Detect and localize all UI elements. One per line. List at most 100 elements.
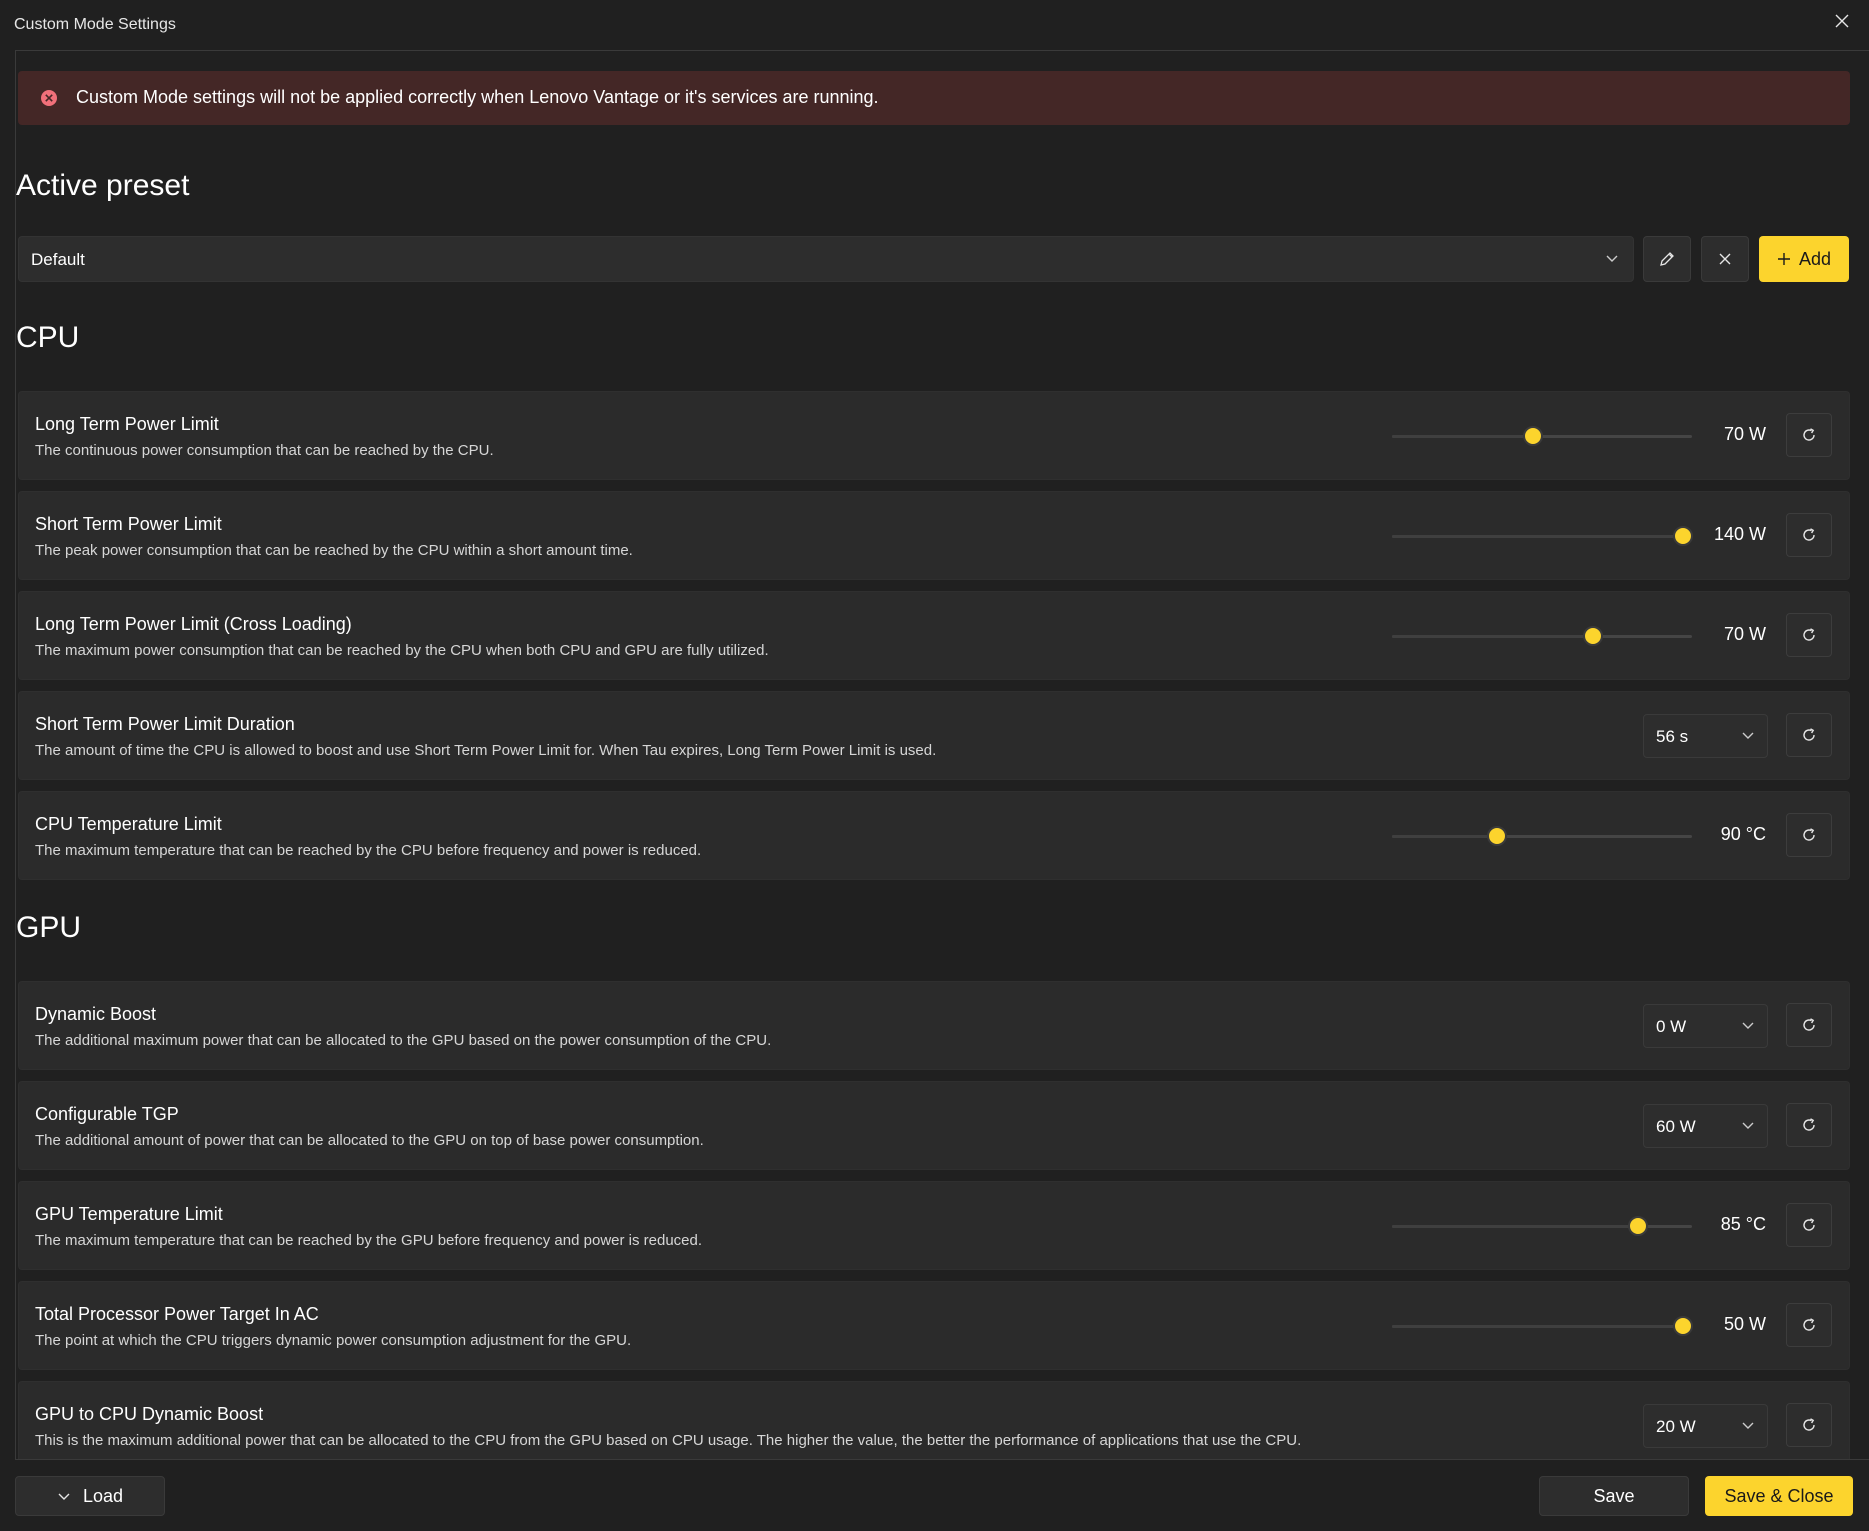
total-processor-power-target-in-ac-value: 50 W bbox=[1723, 1314, 1766, 1334]
window-title: Custom Mode Settings bbox=[14, 16, 176, 33]
chevron-down-icon bbox=[1742, 1022, 1754, 1029]
long-term-power-limit-reset-button[interactable] bbox=[1786, 413, 1832, 457]
setting-title: Configurable TGP bbox=[35, 1104, 179, 1124]
setting-title: Long Term Power Limit bbox=[35, 414, 219, 434]
setting-card-short-term-power-limit-duration: Short Term Power Limit Duration The amou… bbox=[18, 691, 1850, 780]
warning-banner: Custom Mode settings will not be applied… bbox=[18, 71, 1850, 125]
reset-icon bbox=[1803, 1318, 1815, 1331]
gpu-to-cpu-dynamic-boost-dropdown[interactable]: 20 W bbox=[1643, 1404, 1768, 1448]
reset-icon bbox=[1803, 728, 1815, 741]
reset-icon bbox=[1803, 1018, 1815, 1031]
short-term-power-limit-reset-button[interactable] bbox=[1786, 513, 1832, 557]
settings-scroll-area[interactable]: Custom Mode settings will not be applied… bbox=[15, 50, 1869, 1460]
setting-title: CPU Temperature Limit bbox=[35, 814, 222, 834]
active-preset-heading: Active preset bbox=[16, 169, 190, 202]
setting-title: GPU to CPU Dynamic Boost bbox=[35, 1404, 264, 1424]
chevron-down-icon bbox=[1742, 1422, 1754, 1429]
pencil-icon bbox=[1660, 252, 1674, 266]
preset-dropdown[interactable]: Default bbox=[18, 236, 1634, 282]
chevron-down-icon bbox=[1742, 732, 1754, 739]
edit-preset-button[interactable] bbox=[1643, 236, 1691, 282]
setting-card-dynamic-boost: Dynamic Boost The additional maximum pow… bbox=[18, 981, 1850, 1070]
reset-icon bbox=[1803, 1118, 1815, 1131]
setting-card-total-processor-power-target-in-ac: Total Processor Power Target In AC The p… bbox=[18, 1281, 1850, 1370]
long-term-power-limit-cross-loading-reset-button[interactable] bbox=[1786, 613, 1832, 657]
plus-icon bbox=[1777, 253, 1790, 265]
setting-description: The amount of time the CPU is allowed to… bbox=[35, 742, 937, 759]
setting-description: The maximum temperature that can be reac… bbox=[35, 842, 702, 859]
total-processor-power-target-in-ac-reset-button[interactable] bbox=[1786, 1303, 1832, 1347]
slider-fill bbox=[1392, 535, 1683, 538]
slider-fill bbox=[1392, 1225, 1638, 1228]
close-icon bbox=[1835, 14, 1849, 28]
reset-icon bbox=[1803, 628, 1815, 641]
reset-icon bbox=[1803, 828, 1815, 841]
dialog-footer: Load Save Save & Close bbox=[0, 1460, 1869, 1531]
dropdown-value: 0 W bbox=[1656, 1017, 1687, 1036]
dynamic-boost-reset-button[interactable] bbox=[1786, 1003, 1832, 1047]
setting-description: The point at which the CPU triggers dyna… bbox=[35, 1332, 632, 1349]
save-and-close-button[interactable]: Save & Close bbox=[1705, 1476, 1853, 1516]
setting-title: Long Term Power Limit (Cross Loading) bbox=[35, 614, 352, 634]
dropdown-value: 60 W bbox=[1656, 1117, 1696, 1136]
setting-description: The maximum power consumption that can b… bbox=[35, 642, 769, 659]
long-term-power-limit-value: 70 W bbox=[1723, 424, 1766, 444]
setting-card-gpu-temperature-limit: GPU Temperature Limit The maximum temper… bbox=[18, 1181, 1850, 1270]
load-button[interactable]: Load bbox=[15, 1476, 165, 1516]
slider-thumb[interactable] bbox=[1487, 826, 1507, 846]
total-processor-power-target-in-ac-slider[interactable] bbox=[1392, 1316, 1693, 1336]
short-term-power-limit-slider[interactable] bbox=[1392, 526, 1693, 546]
gpu-temperature-limit-value: 85 °C bbox=[1720, 1214, 1766, 1234]
reset-icon bbox=[1803, 528, 1815, 541]
setting-card-short-term-power-limit: Short Term Power Limit The peak power co… bbox=[18, 491, 1850, 580]
add-preset-button[interactable]: Add bbox=[1759, 236, 1849, 282]
close-window-button[interactable] bbox=[1825, 6, 1859, 36]
long-term-power-limit-cross-loading-slider[interactable] bbox=[1392, 626, 1692, 646]
configurable-tgp-reset-button[interactable] bbox=[1786, 1103, 1832, 1147]
slider-fill bbox=[1392, 635, 1593, 638]
gpu-temperature-limit-slider[interactable] bbox=[1392, 1216, 1692, 1236]
short-term-power-limit-duration-reset-button[interactable] bbox=[1786, 713, 1832, 757]
gpu-heading: GPU bbox=[16, 911, 82, 944]
slider-thumb[interactable] bbox=[1673, 526, 1693, 546]
gpu-temperature-limit-reset-button[interactable] bbox=[1786, 1203, 1832, 1247]
setting-card-configurable-tgp: Configurable TGP The additional amount o… bbox=[18, 1081, 1850, 1170]
slider-fill bbox=[1392, 435, 1533, 438]
cpu-temperature-limit-reset-button[interactable] bbox=[1786, 813, 1832, 857]
load-button-label: Load bbox=[82, 1485, 124, 1506]
dropdown-value: 56 s bbox=[1656, 727, 1689, 746]
setting-description: The maximum temperature that can be reac… bbox=[35, 1232, 703, 1249]
slider-thumb[interactable] bbox=[1673, 1316, 1693, 1336]
close-icon bbox=[1719, 253, 1731, 265]
setting-title: Short Term Power Limit bbox=[35, 514, 222, 534]
reset-icon bbox=[1803, 428, 1815, 441]
slider-thumb[interactable] bbox=[1523, 426, 1543, 446]
setting-description: The peak power consumption that can be r… bbox=[35, 542, 633, 559]
long-term-power-limit-cross-loading-value: 70 W bbox=[1723, 624, 1766, 644]
cpu-temperature-limit-value: 90 °C bbox=[1720, 824, 1766, 844]
save-button-label: Save bbox=[1593, 1485, 1635, 1506]
setting-description: The additional amount of power that can … bbox=[35, 1132, 704, 1149]
configurable-tgp-dropdown[interactable]: 60 W bbox=[1643, 1104, 1768, 1148]
delete-preset-button[interactable] bbox=[1701, 236, 1749, 282]
slider-thumb[interactable] bbox=[1583, 626, 1603, 646]
slider-fill bbox=[1392, 1325, 1683, 1328]
setting-card-long-term-power-limit-cross-loading: Long Term Power Limit (Cross Loading) Th… bbox=[18, 591, 1850, 680]
setting-description: This is the maximum additional power tha… bbox=[35, 1432, 1302, 1449]
setting-title: Short Term Power Limit Duration bbox=[35, 714, 295, 734]
dynamic-boost-dropdown[interactable]: 0 W bbox=[1643, 1004, 1768, 1048]
title-bar: Custom Mode Settings bbox=[0, 0, 1869, 50]
chevron-down-icon bbox=[1606, 255, 1618, 262]
gpu-to-cpu-dynamic-boost-reset-button[interactable] bbox=[1786, 1403, 1832, 1447]
setting-description: The additional maximum power that can be… bbox=[35, 1032, 772, 1049]
preset-selected-value: Default bbox=[31, 250, 85, 269]
cpu-temperature-limit-slider[interactable] bbox=[1392, 826, 1692, 846]
dropdown-value: 20 W bbox=[1656, 1417, 1696, 1436]
setting-description: The continuous power consumption that ca… bbox=[35, 442, 494, 459]
short-term-power-limit-duration-dropdown[interactable]: 56 s bbox=[1643, 714, 1768, 758]
save-button[interactable]: Save bbox=[1539, 1476, 1689, 1516]
long-term-power-limit-slider[interactable] bbox=[1392, 426, 1692, 446]
setting-title: GPU Temperature Limit bbox=[35, 1204, 223, 1224]
chevron-down-icon bbox=[58, 1493, 70, 1500]
slider-thumb[interactable] bbox=[1628, 1216, 1648, 1236]
